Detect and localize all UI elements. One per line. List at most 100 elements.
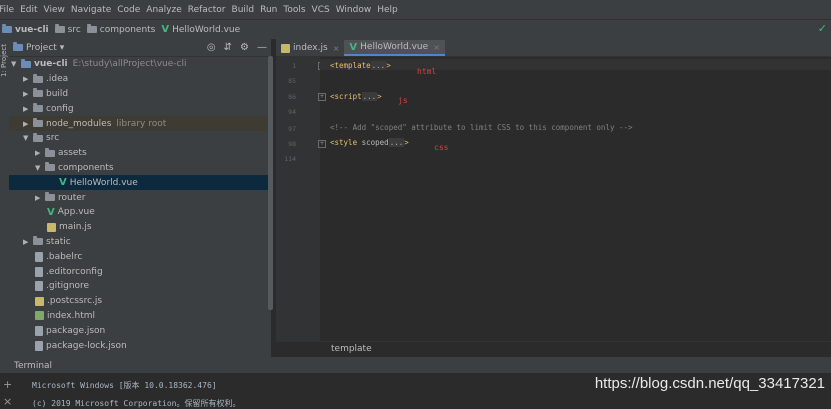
folded-region[interactable]: ...: [370, 61, 387, 70]
tree-item-gitignore[interactable]: .gitignore: [9, 279, 271, 294]
crumb-components[interactable]: components: [85, 24, 160, 35]
menu-vcs[interactable]: VCS: [309, 5, 333, 15]
tree-item-router[interactable]: ▶ router: [9, 190, 271, 205]
text-file-icon: [35, 281, 43, 292]
config-file-icon: [35, 251, 43, 262]
js-file-icon: [281, 43, 290, 53]
tree-item-root[interactable]: ▼ vue-cli E:\study\allProject\vue-cli: [9, 57, 271, 72]
tree-item-src[interactable]: ▼ src: [9, 131, 271, 146]
close-icon[interactable]: ×: [333, 44, 340, 53]
folder-icon: [33, 88, 43, 98]
editor-tabs: index.js × V HelloWorld.vue ×: [276, 39, 831, 57]
project-panel: Project ▾ ◎ ⇵ ⚙ — ▼ vue-cli E:\study\all…: [9, 39, 271, 357]
crumb-src[interactable]: src: [53, 24, 85, 35]
folded-region[interactable]: ...: [388, 138, 405, 147]
tree-item-helloworld[interactable]: V HelloWorld.vue: [9, 175, 271, 191]
folder-icon: [45, 192, 55, 202]
line-number: 1: [292, 62, 296, 70]
terminal-header: Terminal: [0, 358, 831, 373]
tree-item-package-lock[interactable]: package-lock.json: [9, 338, 271, 353]
crumb-file[interactable]: V HelloWorld.vue: [159, 24, 244, 35]
project-tool-tab[interactable]: 1: Project: [0, 44, 9, 77]
fold-plus-icon[interactable]: +: [318, 93, 326, 101]
tree-item-app-vue[interactable]: V App.vue: [9, 205, 271, 220]
tree-item-idea[interactable]: ▶ .idea: [9, 72, 271, 87]
tree-item-main-js[interactable]: main.js: [9, 220, 271, 235]
menu-edit[interactable]: Edit: [17, 5, 40, 15]
project-tree: ▼ vue-cli E:\study\allProject\vue-cli ▶ …: [9, 57, 271, 353]
line-number: 86: [288, 93, 296, 101]
menu-code[interactable]: Code: [114, 5, 143, 15]
project-folder-icon: [2, 24, 12, 33]
collapse-arrow-icon: ▶: [23, 75, 29, 84]
tree-item-config[interactable]: ▶ config: [9, 101, 271, 116]
folder-icon: [33, 73, 43, 83]
menu-tools[interactable]: Tools: [280, 5, 308, 15]
code-line-template[interactable]: <template...>: [330, 61, 391, 70]
annotation-js: js: [398, 96, 408, 105]
collapse-arrow-icon: ▶: [35, 193, 41, 202]
menu-window[interactable]: Window: [333, 5, 375, 15]
menu-view[interactable]: View: [41, 5, 68, 15]
fold-plus-icon[interactable]: +: [318, 140, 326, 148]
collapse-arrow-icon: ▶: [35, 149, 41, 158]
tree-item-assets[interactable]: ▶ assets: [9, 146, 271, 161]
tree-item-postcssrc[interactable]: .postcssrc.js: [9, 294, 271, 309]
terminal-line: Microsoft Windows [版本 10.0.18362.476]: [32, 381, 217, 390]
close-icon[interactable]: ×: [433, 43, 440, 52]
collapse-icon[interactable]: ⇵: [224, 42, 232, 53]
menu-file[interactable]: File: [0, 5, 17, 15]
close-icon[interactable]: ×: [3, 395, 12, 408]
folder-icon: [33, 236, 43, 246]
terminal-title[interactable]: Terminal: [14, 361, 52, 371]
folder-icon: [21, 58, 31, 68]
tree-item-package-json[interactable]: package.json: [9, 323, 271, 338]
tree-item-babelrc[interactable]: .babelrc: [9, 249, 271, 264]
project-scrollbar[interactable]: [268, 56, 273, 310]
menu-bar: File Edit View Navigate Code Analyze Ref…: [0, 0, 831, 19]
build-hammer-icon[interactable]: ✓: [818, 22, 827, 35]
gear-icon[interactable]: ⚙: [240, 42, 249, 53]
code-line-script[interactable]: <script...>: [330, 92, 382, 101]
editor-area: index.js × V HelloWorld.vue × 1 85 86 94…: [276, 39, 831, 357]
collapse-arrow-icon: ▶: [23, 119, 29, 128]
tab-index-js[interactable]: index.js ×: [276, 40, 344, 56]
code-line-comment[interactable]: <!-- Add "scoped" attribute to limit CSS…: [330, 123, 633, 132]
tab-helloworld-vue[interactable]: V HelloWorld.vue ×: [344, 40, 445, 56]
collapse-arrow-icon: ▶: [23, 237, 29, 246]
vue-icon: V: [59, 177, 67, 189]
target-icon[interactable]: ◎: [207, 42, 216, 53]
menu-run[interactable]: Run: [257, 5, 280, 15]
tree-item-editorconfig[interactable]: .editorconfig: [9, 264, 271, 279]
tree-item-node-modules[interactable]: ▶ node_modules library root: [9, 116, 271, 131]
hide-icon[interactable]: —: [257, 42, 267, 53]
folder-icon: [33, 118, 43, 128]
line-number: 97: [288, 125, 296, 133]
config-file-icon: [35, 266, 43, 277]
html-file-icon: [35, 311, 44, 321]
crumb-project[interactable]: vue-cli: [0, 24, 53, 35]
code-line-style[interactable]: <style scoped...>: [330, 138, 409, 147]
tree-item-components[interactable]: ▼ components: [9, 161, 271, 176]
vue-icon: V: [161, 24, 170, 35]
tree-item-index-html[interactable]: index.html: [9, 309, 271, 324]
tree-item-build[interactable]: ▶ build: [9, 87, 271, 102]
project-view-selector[interactable]: Project ▾: [13, 42, 64, 53]
folder-icon: [33, 132, 43, 142]
menu-refactor[interactable]: Refactor: [185, 5, 229, 15]
menu-build[interactable]: Build: [229, 5, 258, 15]
menu-analyze[interactable]: Analyze: [143, 5, 184, 15]
plus-icon[interactable]: +: [3, 378, 12, 391]
menu-navigate[interactable]: Navigate: [68, 5, 114, 15]
caret-line: [320, 59, 831, 70]
menu-help[interactable]: Help: [374, 5, 401, 15]
expand-arrow-icon: ▼: [35, 163, 41, 172]
tree-item-static[interactable]: ▶ static: [9, 235, 271, 250]
breadcrumb-template[interactable]: template: [331, 344, 372, 354]
line-number: 114: [284, 155, 296, 163]
json-file-icon: [35, 340, 43, 351]
project-toolbar: Project ▾ ◎ ⇵ ⚙ —: [9, 39, 271, 57]
folder-icon: [45, 147, 55, 157]
folded-region[interactable]: ...: [361, 92, 378, 101]
collapse-arrow-icon: ▶: [23, 89, 29, 98]
